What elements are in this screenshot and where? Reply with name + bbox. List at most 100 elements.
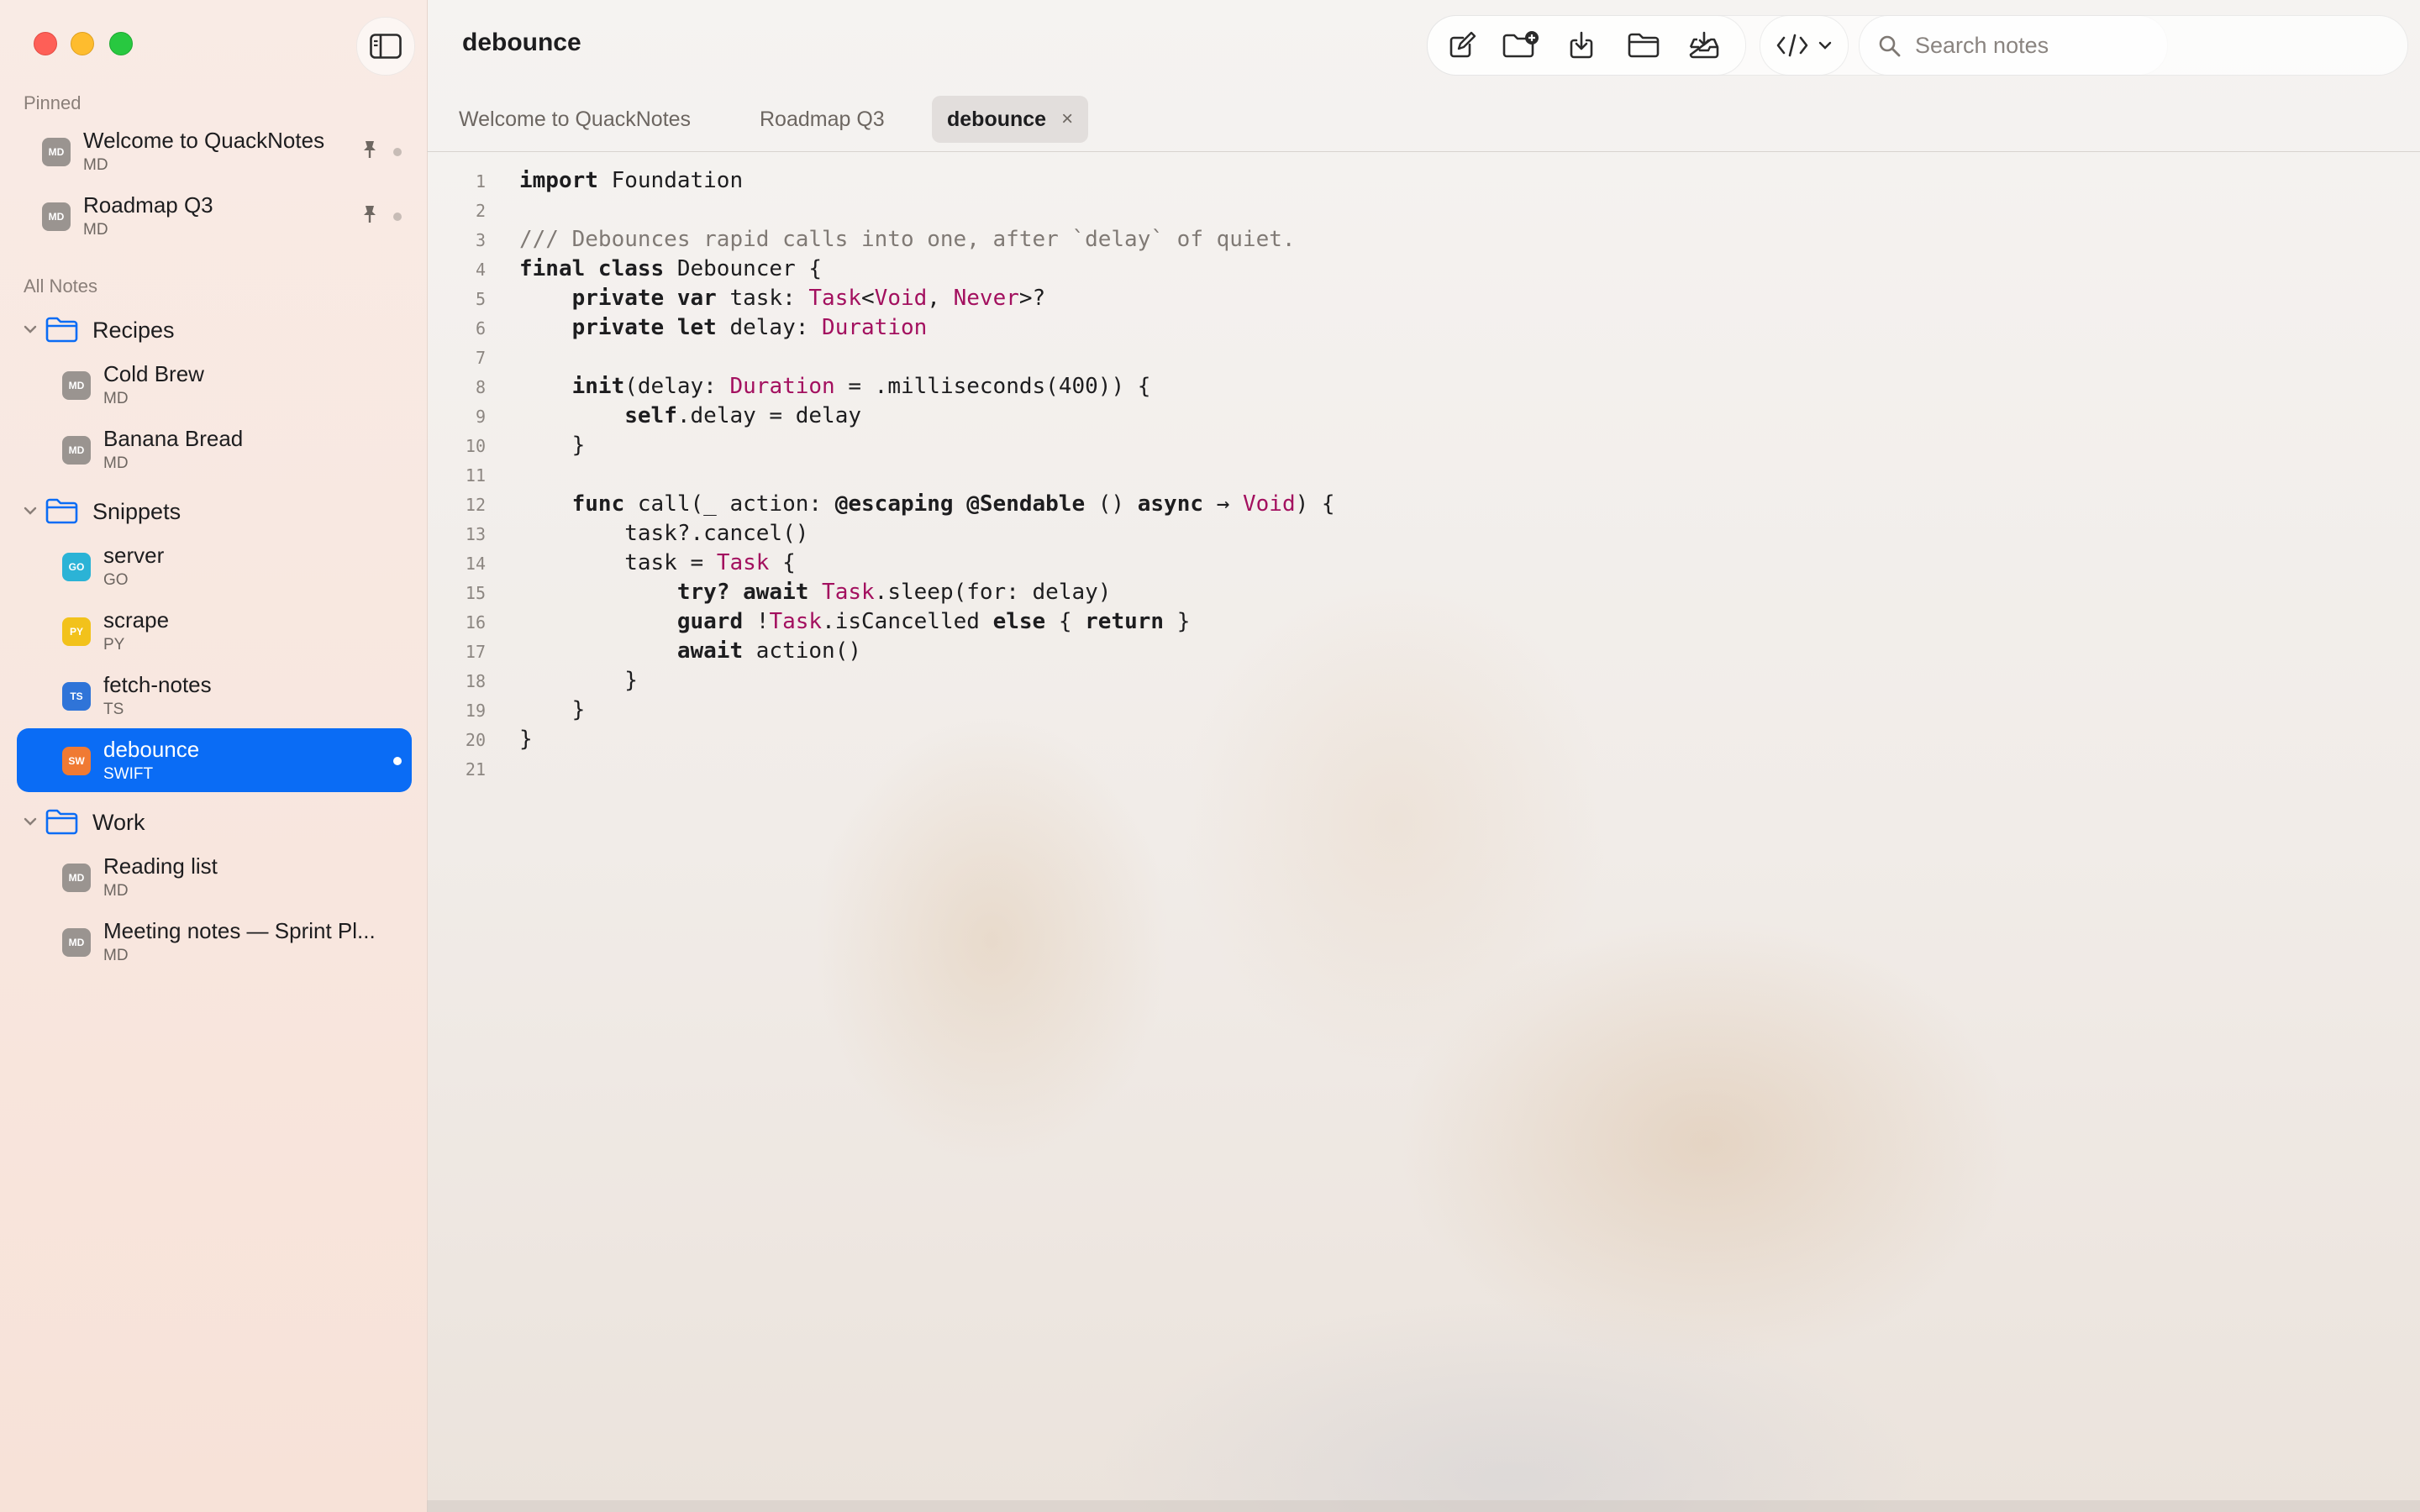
code-line: 7 — [427, 343, 1771, 371]
code-token: task?.cancel() — [519, 521, 809, 546]
import-button[interactable] — [1562, 26, 1601, 65]
line-number: 11 — [465, 465, 486, 486]
close-tab-icon[interactable]: × — [1061, 108, 1073, 131]
folder-snippets[interactable]: Snippets — [17, 491, 412, 533]
code-token: → — [1203, 491, 1243, 517]
note-type: PY — [103, 636, 125, 654]
note-type: MD — [83, 221, 108, 239]
code-token: private let — [571, 315, 717, 340]
code-text: import Foundation — [519, 168, 743, 193]
line-number: 1 — [475, 171, 486, 192]
code-token: try? await — [676, 580, 809, 605]
code-token: >? — [1018, 286, 1046, 311]
note-list-item[interactable]: GO server GO — [17, 534, 412, 598]
folder-label: Snippets — [92, 499, 182, 524]
code-token: , — [927, 286, 954, 311]
line-number: 19 — [465, 701, 486, 721]
horizontal-scrollbar[interactable] — [427, 1500, 2420, 1512]
zoom-window-button[interactable] — [109, 32, 133, 55]
chevron-down-icon[interactable] — [22, 813, 39, 834]
code-token: .isCancelled — [822, 609, 993, 634]
unsaved-indicator — [393, 148, 402, 156]
folder-recipes[interactable]: Recipes — [17, 309, 412, 351]
line-number: 3 — [475, 230, 486, 250]
export-button[interactable] — [1685, 26, 1723, 65]
code-menu-button[interactable] — [1760, 15, 1849, 76]
line-number: 17 — [465, 642, 486, 662]
code-token: Task — [769, 609, 823, 634]
note-list-item[interactable]: TS fetch-notes TS — [17, 664, 412, 727]
folder-work[interactable]: Work — [17, 801, 412, 843]
chevron-down-icon — [1818, 41, 1832, 50]
code-token: (delay: — [624, 374, 730, 399]
note-title: Roadmap Q3 — [83, 192, 213, 218]
note-title: Meeting notes — Sprint Pl... — [103, 918, 376, 943]
code-text: } — [519, 727, 533, 752]
tab-debounce[interactable]: debounce × — [932, 96, 1089, 143]
line-number: 20 — [465, 730, 486, 750]
note-list-item[interactable]: MD Banana Bread MD — [17, 417, 412, 481]
open-folder-button[interactable] — [1624, 26, 1663, 65]
sw-file-icon: SW — [62, 747, 91, 775]
code-token: < — [861, 286, 875, 311]
note-list-item[interactable]: MD Reading list MD — [17, 845, 412, 909]
note-type: MD — [103, 947, 129, 964]
sidebar: Pinned MD Welcome to QuackNotes MD MD Roadma… — [0, 0, 428, 1512]
code-text: func call(_ action: @escaping @Sendable … — [519, 491, 1335, 517]
note-list-item[interactable]: SW debounce SWIFT — [17, 728, 412, 792]
code-text: task?.cancel() — [519, 521, 808, 546]
note-type: MD — [103, 882, 129, 900]
code-text: private let delay: Duration — [519, 315, 928, 340]
code-token: .delay = delay — [676, 403, 862, 428]
line-number: 8 — [475, 377, 486, 397]
line-number: 6 — [475, 318, 486, 339]
code-editor[interactable]: 1 import Foundation 2 3 /// Debounces rapid … — [427, 153, 2420, 1512]
note-list-item[interactable]: MD Meeting notes — Sprint Pl... MD — [17, 910, 412, 974]
code-token: Debouncer { — [664, 256, 823, 281]
tab-label: Welcome to QuackNotes — [459, 107, 692, 131]
pinned-note-item[interactable]: MD Roadmap Q3 MD — [17, 184, 412, 248]
go-file-icon: GO — [62, 553, 91, 581]
tab-label: Roadmap Q3 — [760, 107, 885, 131]
note-list-item[interactable]: PY scrape PY — [17, 599, 412, 663]
pin-icon[interactable] — [361, 139, 378, 164]
md-file-icon: MD — [62, 371, 91, 400]
code-line: 4 final class Debouncer { — [427, 255, 1771, 283]
code-token: /// Debounces rapid calls into one, afte… — [519, 227, 1296, 252]
close-window-button[interactable] — [34, 32, 57, 55]
new-folder-icon — [1502, 31, 1539, 58]
code-line: 16 guard !Task.isCancelled else { return… — [427, 607, 1771, 636]
line-number: 16 — [465, 612, 486, 633]
code-token: private var — [571, 286, 717, 311]
code-line: 18 } — [427, 666, 1771, 695]
md-file-icon: MD — [62, 864, 91, 892]
note-list-item[interactable]: MD Cold Brew MD — [17, 353, 412, 417]
pin-icon[interactable] — [361, 204, 378, 228]
toggle-sidebar-button[interactable] — [356, 17, 415, 76]
chevron-down-icon[interactable] — [22, 321, 39, 342]
note-title: server — [103, 543, 165, 568]
code-line: 11 — [427, 460, 1771, 489]
new-folder-button[interactable] — [1502, 26, 1540, 65]
search-field — [1859, 15, 2408, 76]
note-title: Cold Brew — [103, 361, 204, 386]
pinned-note-item[interactable]: MD Welcome to QuackNotes MD — [17, 119, 412, 183]
note-title: Welcome to QuackNotes — [83, 128, 325, 153]
minimize-window-button[interactable] — [71, 32, 94, 55]
tab-bar: Welcome to QuackNotes Roadmap Q3 debounc… — [427, 87, 2420, 152]
folder-label: Work — [92, 810, 145, 835]
line-number: 15 — [465, 583, 486, 603]
new-note-button[interactable] — [1443, 26, 1481, 65]
code-token: ) { — [1295, 491, 1335, 517]
code-icon — [1776, 34, 1808, 57]
tab-welcome[interactable]: Welcome to QuackNotes — [459, 96, 691, 143]
tab-roadmap[interactable]: Roadmap Q3 — [760, 96, 885, 143]
chevron-down-icon[interactable] — [22, 502, 39, 523]
md-file-icon: MD — [62, 928, 91, 957]
note-type: TS — [103, 701, 124, 718]
search-input[interactable] — [1913, 29, 2387, 61]
sidebar-icon — [370, 34, 402, 59]
